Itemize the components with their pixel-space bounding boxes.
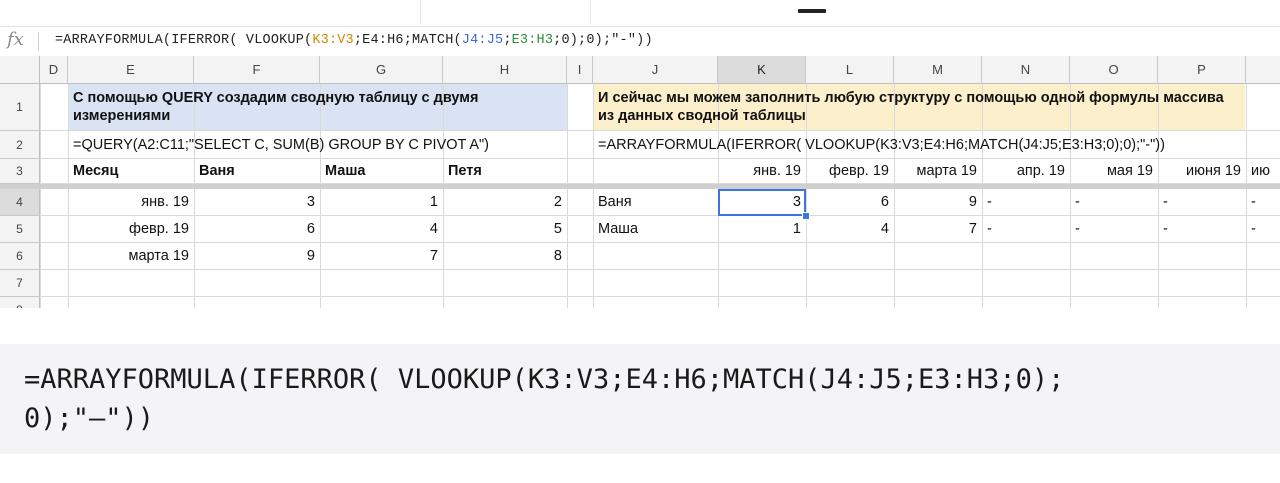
pivot-value-cell[interactable]: 2 bbox=[443, 189, 567, 216]
column-header-g[interactable]: G bbox=[320, 56, 443, 84]
pivot-value-cell[interactable]: 8 bbox=[443, 243, 567, 270]
query-formula-cell[interactable]: =QUERY(A2:C11;"SELECT C, SUM(B) GROUP BY… bbox=[68, 131, 568, 159]
row-header-7[interactable]: 7 bbox=[0, 270, 40, 297]
pivot-header-cell[interactable]: Месяц bbox=[68, 159, 194, 184]
result-name-cell[interactable]: Ваня bbox=[593, 189, 718, 216]
formula-banner: =ARRAYFORMULA(IFERROR( VLOOKUP(K3:V3;E4:… bbox=[0, 344, 1280, 454]
window-edge-marker bbox=[798, 9, 826, 13]
formula-token: K3:V3 bbox=[312, 33, 354, 48]
cell-selection-k4[interactable] bbox=[718, 189, 806, 216]
pivot-header-cell[interactable]: Ваня bbox=[194, 159, 320, 184]
formula-token: J4:J5 bbox=[461, 33, 504, 48]
row-header-2[interactable]: 2 bbox=[0, 131, 40, 159]
column-header-j[interactable]: J bbox=[593, 56, 718, 84]
date-header-cell[interactable]: марта 19 bbox=[894, 159, 982, 184]
pivot-value-cell[interactable]: 1 bbox=[320, 189, 443, 216]
formula-token: ;MATCH( bbox=[403, 33, 462, 48]
result-dash-cell[interactable]: - bbox=[1070, 189, 1158, 216]
date-header-cell[interactable]: янв. 19 bbox=[718, 159, 806, 184]
result-name-cell[interactable]: Маша bbox=[593, 216, 718, 243]
date-header-cell[interactable]: апр. 19 bbox=[982, 159, 1070, 184]
formula-token: E4:H6 bbox=[362, 33, 404, 48]
column-header-l[interactable]: L bbox=[806, 56, 894, 84]
pivot-header-cell[interactable]: Маша bbox=[320, 159, 443, 184]
result-value-cell[interactable]: 1 bbox=[718, 216, 806, 243]
fx-icon: fx bbox=[7, 29, 24, 50]
column-header-m[interactable]: M bbox=[894, 56, 982, 84]
result-value-cell[interactable]: 6 bbox=[806, 189, 894, 216]
pivot-value-cell[interactable]: 9 bbox=[194, 243, 320, 270]
column-header-d[interactable]: D bbox=[40, 56, 68, 84]
result-dash-cell[interactable]: - bbox=[1246, 189, 1261, 216]
date-header-cell[interactable]: мая 19 bbox=[1070, 159, 1158, 184]
column-header-e[interactable]: E bbox=[68, 56, 194, 84]
result-dash-cell[interactable]: - bbox=[1158, 216, 1246, 243]
row-header-4[interactable]: 4 bbox=[0, 189, 40, 216]
column-header-i[interactable]: I bbox=[567, 56, 593, 84]
formula-token: ; bbox=[503, 33, 512, 48]
result-dash-cell[interactable]: - bbox=[982, 189, 1070, 216]
result-dash-cell[interactable]: - bbox=[982, 216, 1070, 243]
formula-input[interactable]: =ARRAYFORMULA(IFERROR( VLOOKUP(K3:V3;E4:… bbox=[55, 33, 653, 48]
pivot-value-cell[interactable]: 5 bbox=[443, 216, 567, 243]
result-dash-cell[interactable]: - bbox=[1246, 216, 1261, 243]
pivot-month-cell[interactable]: марта 19 bbox=[68, 243, 194, 270]
select-all-corner[interactable] bbox=[0, 56, 40, 84]
result-value-cell[interactable]: 9 bbox=[894, 189, 982, 216]
row-header-1[interactable]: 1 bbox=[0, 84, 40, 131]
formula-token: ; bbox=[353, 33, 363, 48]
pivot-value-cell[interactable]: 6 bbox=[194, 216, 320, 243]
row-header-8[interactable]: 8 bbox=[0, 297, 40, 308]
result-dash-cell[interactable]: - bbox=[1070, 216, 1158, 243]
fill-handle[interactable] bbox=[802, 212, 810, 220]
column-header-p[interactable]: P bbox=[1158, 56, 1246, 84]
date-header-cell[interactable]: февр. 19 bbox=[806, 159, 894, 184]
column-header-o[interactable]: O bbox=[1070, 56, 1158, 84]
formula-token: E3:H3 bbox=[511, 33, 554, 48]
column-header-n[interactable]: N bbox=[982, 56, 1070, 84]
banner-formula-text: =ARRAYFORMULA(IFERROR( VLOOKUP(K3:V3;E4:… bbox=[24, 364, 1065, 434]
column-divider bbox=[590, 0, 591, 24]
pivot-month-cell[interactable]: февр. 19 bbox=[68, 216, 194, 243]
pivot-header-cell[interactable]: Петя bbox=[443, 159, 567, 184]
column-header-h[interactable]: H bbox=[443, 56, 567, 84]
column-divider bbox=[420, 0, 421, 24]
result-dash-cell[interactable]: - bbox=[1158, 189, 1246, 216]
gridline-vertical bbox=[567, 84, 568, 308]
gridline-vertical bbox=[40, 84, 41, 308]
pivot-value-cell[interactable]: 3 bbox=[194, 189, 320, 216]
result-value-cell[interactable]: 7 bbox=[894, 216, 982, 243]
spreadsheet-grid[interactable]: DEFGHIJKLMNOP12345678С помощью QUERY соз… bbox=[0, 56, 1280, 308]
formula-token: ;0);0);"-")) bbox=[553, 33, 653, 48]
formula-token: =ARRAYFORMULA(IFERROR( VLOOKUP( bbox=[55, 33, 313, 48]
column-header-f[interactable]: F bbox=[194, 56, 320, 84]
pivot-value-cell[interactable]: 4 bbox=[320, 216, 443, 243]
date-header-cell[interactable]: ию bbox=[1246, 159, 1275, 184]
arrayformula-formula-cell[interactable]: =ARRAYFORMULA(IFERROR( VLOOKUP(K3:V3;E4:… bbox=[593, 131, 1273, 159]
column-header-next[interactable] bbox=[1246, 56, 1280, 84]
result-value-cell[interactable]: 4 bbox=[806, 216, 894, 243]
arrayformula-title-cell[interactable]: И сейчас мы можем заполнить любую структ… bbox=[593, 84, 1233, 131]
row-header-3[interactable]: 3 bbox=[0, 159, 40, 184]
gridline-horizontal bbox=[40, 296, 1280, 297]
row-header-6[interactable]: 6 bbox=[0, 243, 40, 270]
formula-bar: fx =ARRAYFORMULA(IFERROR( VLOOKUP(K3:V3;… bbox=[0, 26, 1280, 57]
pivot-value-cell[interactable]: 7 bbox=[320, 243, 443, 270]
row-header-5[interactable]: 5 bbox=[0, 216, 40, 243]
query-title-cell[interactable]: С помощью QUERY создадим сводную таблицу… bbox=[68, 84, 567, 131]
pivot-month-cell[interactable]: янв. 19 bbox=[68, 189, 194, 216]
date-header-cell[interactable]: июня 19 bbox=[1158, 159, 1246, 184]
formula-bar-divider bbox=[38, 32, 39, 51]
column-header-k[interactable]: K bbox=[718, 56, 806, 84]
